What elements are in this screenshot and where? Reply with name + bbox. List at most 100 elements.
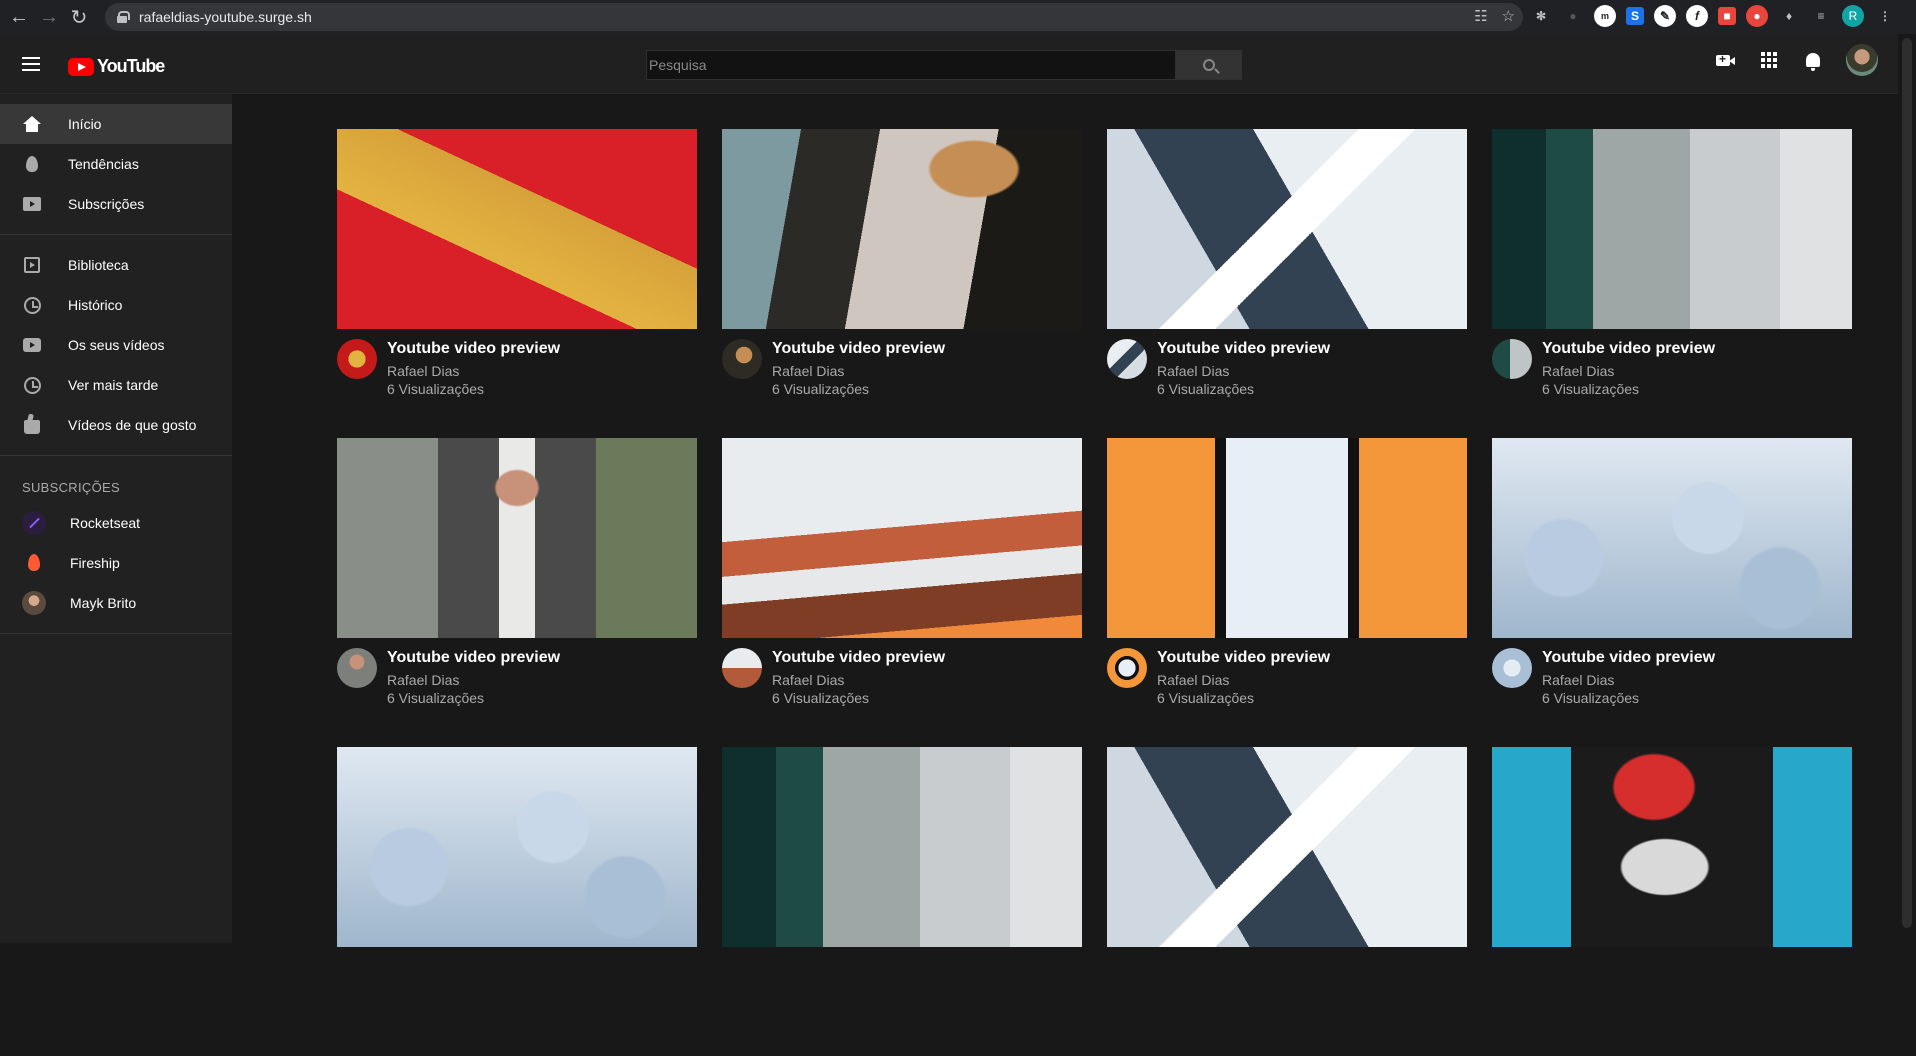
channel-avatar[interactable] (1107, 339, 1147, 379)
channel-avatar[interactable] (1492, 648, 1532, 688)
sidebar-item-tendencias[interactable]: Tendências (0, 144, 232, 184)
library-icon (22, 255, 42, 275)
search-icon (1202, 59, 1215, 71)
video-title[interactable]: Youtube video preview (387, 649, 560, 667)
video-card[interactable] (1492, 747, 1852, 1056)
sidebar-item-historico[interactable]: Histórico (0, 285, 232, 325)
view-count: 6 Visualizações (1157, 381, 1255, 397)
url-text[interactable]: rafaeldias-youtube.surge.sh (139, 9, 312, 25)
youtube-play-icon (68, 57, 94, 76)
channel-name[interactable]: Rafael Dias (387, 363, 560, 379)
channel-avatar[interactable] (1107, 648, 1147, 688)
search-input[interactable] (646, 50, 1176, 80)
browser-menu-icon[interactable]: ⋮ (1874, 5, 1896, 27)
bookmark-star-icon[interactable]: ☆ (1502, 7, 1515, 25)
video-thumbnail[interactable] (337, 129, 697, 329)
profile-avatar[interactable]: R (1842, 5, 1864, 27)
main-content: Youtube video preview Rafael Dias 6 Visu… (232, 95, 1898, 947)
video-title[interactable]: Youtube video preview (1157, 340, 1330, 358)
puzzle-icon[interactable]: ♦ (1778, 5, 1800, 27)
channel-avatar[interactable] (722, 339, 762, 379)
sidebar-item-biblioteca[interactable]: Biblioteca (0, 245, 232, 285)
video-thumbnail[interactable] (337, 747, 697, 947)
sidebar-subscriptions-section: SUBSCRIÇÕES Rocketseat Fireship Mayk Bri… (0, 456, 232, 634)
video-thumbnail[interactable] (1107, 129, 1467, 329)
notifications-bell-icon[interactable] (1802, 49, 1824, 71)
page-scrollbar[interactable] (1898, 34, 1916, 943)
video-title[interactable]: Youtube video preview (1157, 649, 1330, 667)
extension-s-icon[interactable]: S (1626, 7, 1644, 25)
channel-name[interactable]: Rafael Dias (387, 672, 560, 688)
sidebar-item-subscricoes[interactable]: Subscrições (0, 184, 232, 224)
sidebar-item-videos-de-que-gosto[interactable]: Vídeos de que gosto (0, 405, 232, 445)
extension-m-icon[interactable]: m (1594, 5, 1616, 27)
video-card[interactable] (337, 747, 697, 1056)
create-video-icon[interactable] (1714, 49, 1736, 71)
channel-avatar (22, 591, 46, 615)
extension-pen-icon[interactable]: ✎ (1654, 5, 1676, 27)
reading-list-icon[interactable]: ≡ (1810, 5, 1832, 27)
video-title[interactable]: Youtube video preview (772, 649, 945, 667)
sidebar-item-os-seus-videos[interactable]: Os seus vídeos (0, 325, 232, 365)
sidebar-item-ver-mais-tarde[interactable]: Ver mais tarde (0, 365, 232, 405)
channel-name[interactable]: Rafael Dias (1157, 363, 1330, 379)
video-thumbnail[interactable] (337, 438, 697, 638)
video-card[interactable] (722, 747, 1082, 1056)
video-title[interactable]: Youtube video preview (387, 340, 560, 358)
extension-dark-icon[interactable]: ● (1562, 5, 1584, 27)
sidebar-sub-rocketseat[interactable]: Rocketseat (0, 503, 232, 543)
home-icon (22, 114, 42, 134)
video-card[interactable]: Youtube video preview Rafael Dias 6 Visu… (1492, 129, 1852, 438)
channel-avatar[interactable] (722, 648, 762, 688)
video-card[interactable]: Youtube video preview Rafael Dias 6 Visu… (337, 129, 697, 438)
sidebar-item-inicio[interactable]: Início (0, 104, 232, 144)
channel-avatar[interactable] (337, 648, 377, 688)
back-icon[interactable]: ← (4, 0, 34, 34)
channel-name[interactable]: Rafael Dias (1542, 672, 1715, 688)
video-thumbnail[interactable] (1492, 438, 1852, 638)
address-bar[interactable]: rafaeldias-youtube.surge.sh ☷ ☆ (105, 3, 1523, 31)
video-card[interactable]: Youtube video preview Rafael Dias 6 Visu… (722, 129, 1082, 438)
video-thumbnail[interactable] (1107, 747, 1467, 947)
video-thumbnail[interactable] (1492, 747, 1852, 947)
react-devtools-icon[interactable]: ✻ (1530, 5, 1552, 27)
video-card[interactable]: Youtube video preview Rafael Dias 6 Visu… (1107, 129, 1467, 438)
video-card[interactable]: Youtube video preview Rafael Dias 6 Visu… (337, 438, 697, 747)
video-title[interactable]: Youtube video preview (772, 340, 945, 358)
sidebar-sub-mayk-brito[interactable]: Mayk Brito (0, 583, 232, 623)
channel-name[interactable]: Rafael Dias (1157, 672, 1330, 688)
translate-icon[interactable]: ☷ (1474, 7, 1487, 25)
history-icon (22, 295, 42, 315)
extension-f-icon[interactable]: f (1686, 5, 1708, 27)
video-title[interactable]: Youtube video preview (1542, 340, 1715, 358)
video-card[interactable] (1107, 747, 1467, 1056)
subscriptions-heading: SUBSCRIÇÕES (22, 480, 120, 495)
channel-avatar[interactable] (1492, 339, 1532, 379)
reload-icon[interactable]: ↻ (64, 0, 94, 34)
sidebar-sub-fireship[interactable]: Fireship (0, 543, 232, 583)
video-thumbnail[interactable] (1107, 438, 1467, 638)
channel-name[interactable]: Rafael Dias (772, 363, 945, 379)
video-title[interactable]: Youtube video preview (1542, 649, 1715, 667)
forward-icon[interactable]: → (34, 0, 64, 34)
search-button[interactable] (1176, 50, 1242, 80)
video-thumbnail[interactable] (722, 129, 1082, 329)
channel-avatar[interactable] (337, 339, 377, 379)
user-avatar[interactable] (1846, 44, 1878, 76)
channel-name[interactable]: Rafael Dias (1542, 363, 1715, 379)
extension-red-icon[interactable]: ■ (1718, 7, 1736, 25)
video-thumbnail[interactable] (722, 438, 1082, 638)
video-card[interactable]: Youtube video preview Rafael Dias 6 Visu… (722, 438, 1082, 747)
scrollbar-thumb[interactable] (1902, 38, 1912, 928)
sidebar-item-label: Mayk Brito (70, 595, 137, 611)
menu-icon[interactable] (22, 57, 40, 71)
video-thumbnail[interactable] (722, 747, 1082, 947)
youtube-logo[interactable]: YouTube (68, 56, 165, 77)
video-card[interactable]: Youtube video preview Rafael Dias 6 Visu… (1107, 438, 1467, 747)
video-meta: Youtube video preview Rafael Dias 6 Visu… (337, 648, 697, 706)
extension-drop-icon[interactable]: ● (1746, 5, 1768, 27)
apps-icon[interactable] (1758, 49, 1780, 71)
channel-name[interactable]: Rafael Dias (772, 672, 945, 688)
video-thumbnail[interactable] (1492, 129, 1852, 329)
video-card[interactable]: Youtube video preview Rafael Dias 6 Visu… (1492, 438, 1852, 747)
